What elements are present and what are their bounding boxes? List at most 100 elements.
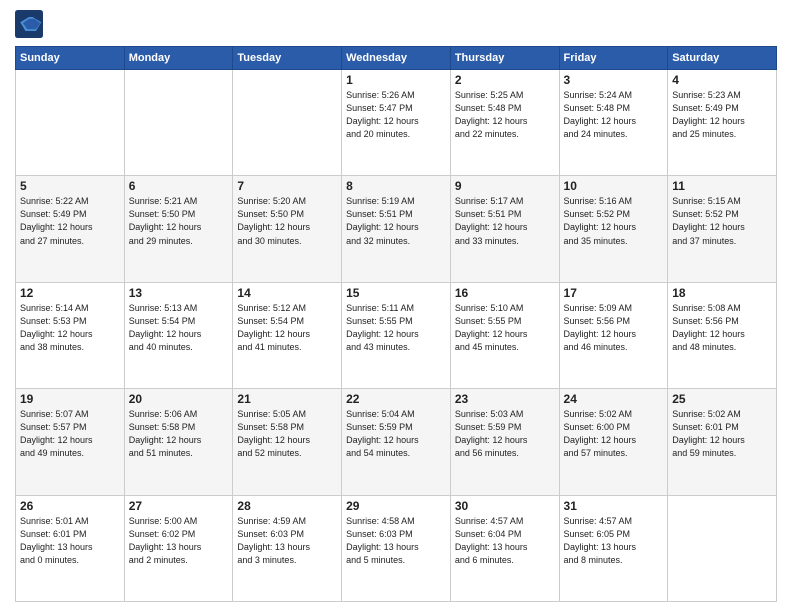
day-number-22: 22 bbox=[346, 392, 446, 406]
day-cell-11: 11Sunrise: 5:15 AM Sunset: 5:52 PM Dayli… bbox=[668, 176, 777, 282]
day-number-2: 2 bbox=[455, 73, 555, 87]
day-cell-9: 9 Sunrise: 5:17 AM Sunset: 5:51 PM Daylig… bbox=[450, 176, 559, 282]
day-info-30: Sunrise: 4:57 AM Sunset: 6:04 PM Dayligh… bbox=[455, 515, 555, 567]
week-row-3: 19Sunrise: 5:07 AM Sunset: 5:57 PM Dayli… bbox=[16, 389, 777, 495]
day-cell-21: 21 Sunrise: 5:05 AM Sunset: 5:58 PM Dayli… bbox=[233, 389, 342, 495]
day-info-17: Sunrise: 5:09 AM Sunset: 5:56 PM Dayligh… bbox=[564, 302, 664, 354]
day-number-31: 31 bbox=[564, 499, 664, 513]
day-number-13: 13 bbox=[129, 286, 229, 300]
day-number-23: 23 bbox=[455, 392, 555, 406]
day-cell-20: 20 Sunrise: 5:06 AM Sunset: 5:58 PM Dayli… bbox=[124, 389, 233, 495]
weekday-header-tuesday: Tuesday bbox=[233, 47, 342, 70]
empty-cell bbox=[124, 70, 233, 176]
day-number-4: 4 bbox=[672, 73, 772, 87]
day-cell-8: 8Sunrise: 5:19 AM Sunset: 5:51 PM Daylig… bbox=[342, 176, 451, 282]
day-cell-16: 16 Sunrise: 5:10 AM Sunset: 5:55 PM Dayli… bbox=[450, 282, 559, 388]
day-cell-6: 6 Sunrise: 5:21 AM Sunset: 5:50 PM Daylig… bbox=[124, 176, 233, 282]
day-number-5: 5 bbox=[20, 179, 120, 193]
day-cell-5: 5 Sunrise: 5:22 AM Sunset: 5:49 PM Daylig… bbox=[16, 176, 125, 282]
day-cell-10: 10 Sunrise: 5:16 AM Sunset: 5:52 PM Dayli… bbox=[559, 176, 668, 282]
day-cell-30: 30 Sunrise: 4:57 AM Sunset: 6:04 PM Dayli… bbox=[450, 495, 559, 601]
logo bbox=[15, 10, 47, 38]
day-number-3: 3 bbox=[564, 73, 664, 87]
day-cell-17: 17 Sunrise: 5:09 AM Sunset: 5:56 PM Dayli… bbox=[559, 282, 668, 388]
day-cell-12: 12Sunrise: 5:14 AM Sunset: 5:53 PM Dayli… bbox=[16, 282, 125, 388]
week-row-1: 5 Sunrise: 5:22 AM Sunset: 5:49 PM Daylig… bbox=[16, 176, 777, 282]
day-info-13: Sunrise: 5:13 AM Sunset: 5:54 PM Dayligh… bbox=[129, 302, 229, 354]
day-number-10: 10 bbox=[564, 179, 664, 193]
day-info-27: Sunrise: 5:00 AM Sunset: 6:02 PM Dayligh… bbox=[129, 515, 229, 567]
day-info-1: Sunrise: 5:26 AM Sunset: 5:47 PM Dayligh… bbox=[346, 89, 446, 141]
weekday-header-friday: Friday bbox=[559, 47, 668, 70]
day-info-14: Sunrise: 5:12 AM Sunset: 5:54 PM Dayligh… bbox=[237, 302, 337, 354]
day-info-11: Sunrise: 5:15 AM Sunset: 5:52 PM Dayligh… bbox=[672, 195, 772, 247]
day-info-5: Sunrise: 5:22 AM Sunset: 5:49 PM Dayligh… bbox=[20, 195, 120, 247]
day-cell-29: 29Sunrise: 4:58 AM Sunset: 6:03 PM Dayli… bbox=[342, 495, 451, 601]
day-number-14: 14 bbox=[237, 286, 337, 300]
calendar-table: SundayMondayTuesdayWednesdayThursdayFrid… bbox=[15, 46, 777, 602]
day-cell-26: 26 Sunrise: 5:01 AM Sunset: 6:01 PM Dayli… bbox=[16, 495, 125, 601]
day-number-8: 8 bbox=[346, 179, 446, 193]
empty-cell bbox=[16, 70, 125, 176]
day-number-29: 29 bbox=[346, 499, 446, 513]
day-cell-14: 14 Sunrise: 5:12 AM Sunset: 5:54 PM Dayli… bbox=[233, 282, 342, 388]
day-info-9: Sunrise: 5:17 AM Sunset: 5:51 PM Dayligh… bbox=[455, 195, 555, 247]
day-info-24: Sunrise: 5:02 AM Sunset: 6:00 PM Dayligh… bbox=[564, 408, 664, 460]
week-row-4: 26 Sunrise: 5:01 AM Sunset: 6:01 PM Dayli… bbox=[16, 495, 777, 601]
day-number-7: 7 bbox=[237, 179, 337, 193]
day-info-26: Sunrise: 5:01 AM Sunset: 6:01 PM Dayligh… bbox=[20, 515, 120, 567]
day-number-17: 17 bbox=[564, 286, 664, 300]
day-info-12: Sunrise: 5:14 AM Sunset: 5:53 PM Dayligh… bbox=[20, 302, 120, 354]
header bbox=[15, 10, 777, 38]
week-row-0: 1 Sunrise: 5:26 AM Sunset: 5:47 PM Daylig… bbox=[16, 70, 777, 176]
day-info-18: Sunrise: 5:08 AM Sunset: 5:56 PM Dayligh… bbox=[672, 302, 772, 354]
day-number-20: 20 bbox=[129, 392, 229, 406]
day-cell-13: 13 Sunrise: 5:13 AM Sunset: 5:54 PM Dayli… bbox=[124, 282, 233, 388]
day-cell-27: 27 Sunrise: 5:00 AM Sunset: 6:02 PM Dayli… bbox=[124, 495, 233, 601]
day-info-7: Sunrise: 5:20 AM Sunset: 5:50 PM Dayligh… bbox=[237, 195, 337, 247]
day-number-16: 16 bbox=[455, 286, 555, 300]
day-cell-24: 24 Sunrise: 5:02 AM Sunset: 6:00 PM Dayli… bbox=[559, 389, 668, 495]
day-number-27: 27 bbox=[129, 499, 229, 513]
day-number-6: 6 bbox=[129, 179, 229, 193]
day-cell-19: 19Sunrise: 5:07 AM Sunset: 5:57 PM Dayli… bbox=[16, 389, 125, 495]
day-info-4: Sunrise: 5:23 AM Sunset: 5:49 PM Dayligh… bbox=[672, 89, 772, 141]
empty-cell bbox=[233, 70, 342, 176]
day-number-21: 21 bbox=[237, 392, 337, 406]
day-number-9: 9 bbox=[455, 179, 555, 193]
weekday-header-sunday: Sunday bbox=[16, 47, 125, 70]
day-cell-2: 2 Sunrise: 5:25 AM Sunset: 5:48 PM Daylig… bbox=[450, 70, 559, 176]
day-cell-1: 1 Sunrise: 5:26 AM Sunset: 5:47 PM Daylig… bbox=[342, 70, 451, 176]
day-info-19: Sunrise: 5:07 AM Sunset: 5:57 PM Dayligh… bbox=[20, 408, 120, 460]
weekday-header-wednesday: Wednesday bbox=[342, 47, 451, 70]
page: SundayMondayTuesdayWednesdayThursdayFrid… bbox=[0, 0, 792, 612]
day-info-20: Sunrise: 5:06 AM Sunset: 5:58 PM Dayligh… bbox=[129, 408, 229, 460]
day-info-10: Sunrise: 5:16 AM Sunset: 5:52 PM Dayligh… bbox=[564, 195, 664, 247]
weekday-header-thursday: Thursday bbox=[450, 47, 559, 70]
day-info-15: Sunrise: 5:11 AM Sunset: 5:55 PM Dayligh… bbox=[346, 302, 446, 354]
day-number-1: 1 bbox=[346, 73, 446, 87]
weekday-header-monday: Monday bbox=[124, 47, 233, 70]
day-number-30: 30 bbox=[455, 499, 555, 513]
day-info-16: Sunrise: 5:10 AM Sunset: 5:55 PM Dayligh… bbox=[455, 302, 555, 354]
empty-cell bbox=[668, 495, 777, 601]
day-info-6: Sunrise: 5:21 AM Sunset: 5:50 PM Dayligh… bbox=[129, 195, 229, 247]
day-number-26: 26 bbox=[20, 499, 120, 513]
day-number-24: 24 bbox=[564, 392, 664, 406]
logo-icon bbox=[15, 10, 43, 38]
week-row-2: 12Sunrise: 5:14 AM Sunset: 5:53 PM Dayli… bbox=[16, 282, 777, 388]
day-cell-25: 25Sunrise: 5:02 AM Sunset: 6:01 PM Dayli… bbox=[668, 389, 777, 495]
day-number-25: 25 bbox=[672, 392, 772, 406]
weekday-header-saturday: Saturday bbox=[668, 47, 777, 70]
day-cell-18: 18 Sunrise: 5:08 AM Sunset: 5:56 PM Dayli… bbox=[668, 282, 777, 388]
day-cell-3: 3 Sunrise: 5:24 AM Sunset: 5:48 PM Daylig… bbox=[559, 70, 668, 176]
day-cell-4: 4 Sunrise: 5:23 AM Sunset: 5:49 PM Daylig… bbox=[668, 70, 777, 176]
day-cell-23: 23 Sunrise: 5:03 AM Sunset: 5:59 PM Dayli… bbox=[450, 389, 559, 495]
day-info-31: Sunrise: 4:57 AM Sunset: 6:05 PM Dayligh… bbox=[564, 515, 664, 567]
day-number-15: 15 bbox=[346, 286, 446, 300]
day-info-2: Sunrise: 5:25 AM Sunset: 5:48 PM Dayligh… bbox=[455, 89, 555, 141]
day-number-18: 18 bbox=[672, 286, 772, 300]
day-info-3: Sunrise: 5:24 AM Sunset: 5:48 PM Dayligh… bbox=[564, 89, 664, 141]
day-info-21: Sunrise: 5:05 AM Sunset: 5:58 PM Dayligh… bbox=[237, 408, 337, 460]
day-info-23: Sunrise: 5:03 AM Sunset: 5:59 PM Dayligh… bbox=[455, 408, 555, 460]
